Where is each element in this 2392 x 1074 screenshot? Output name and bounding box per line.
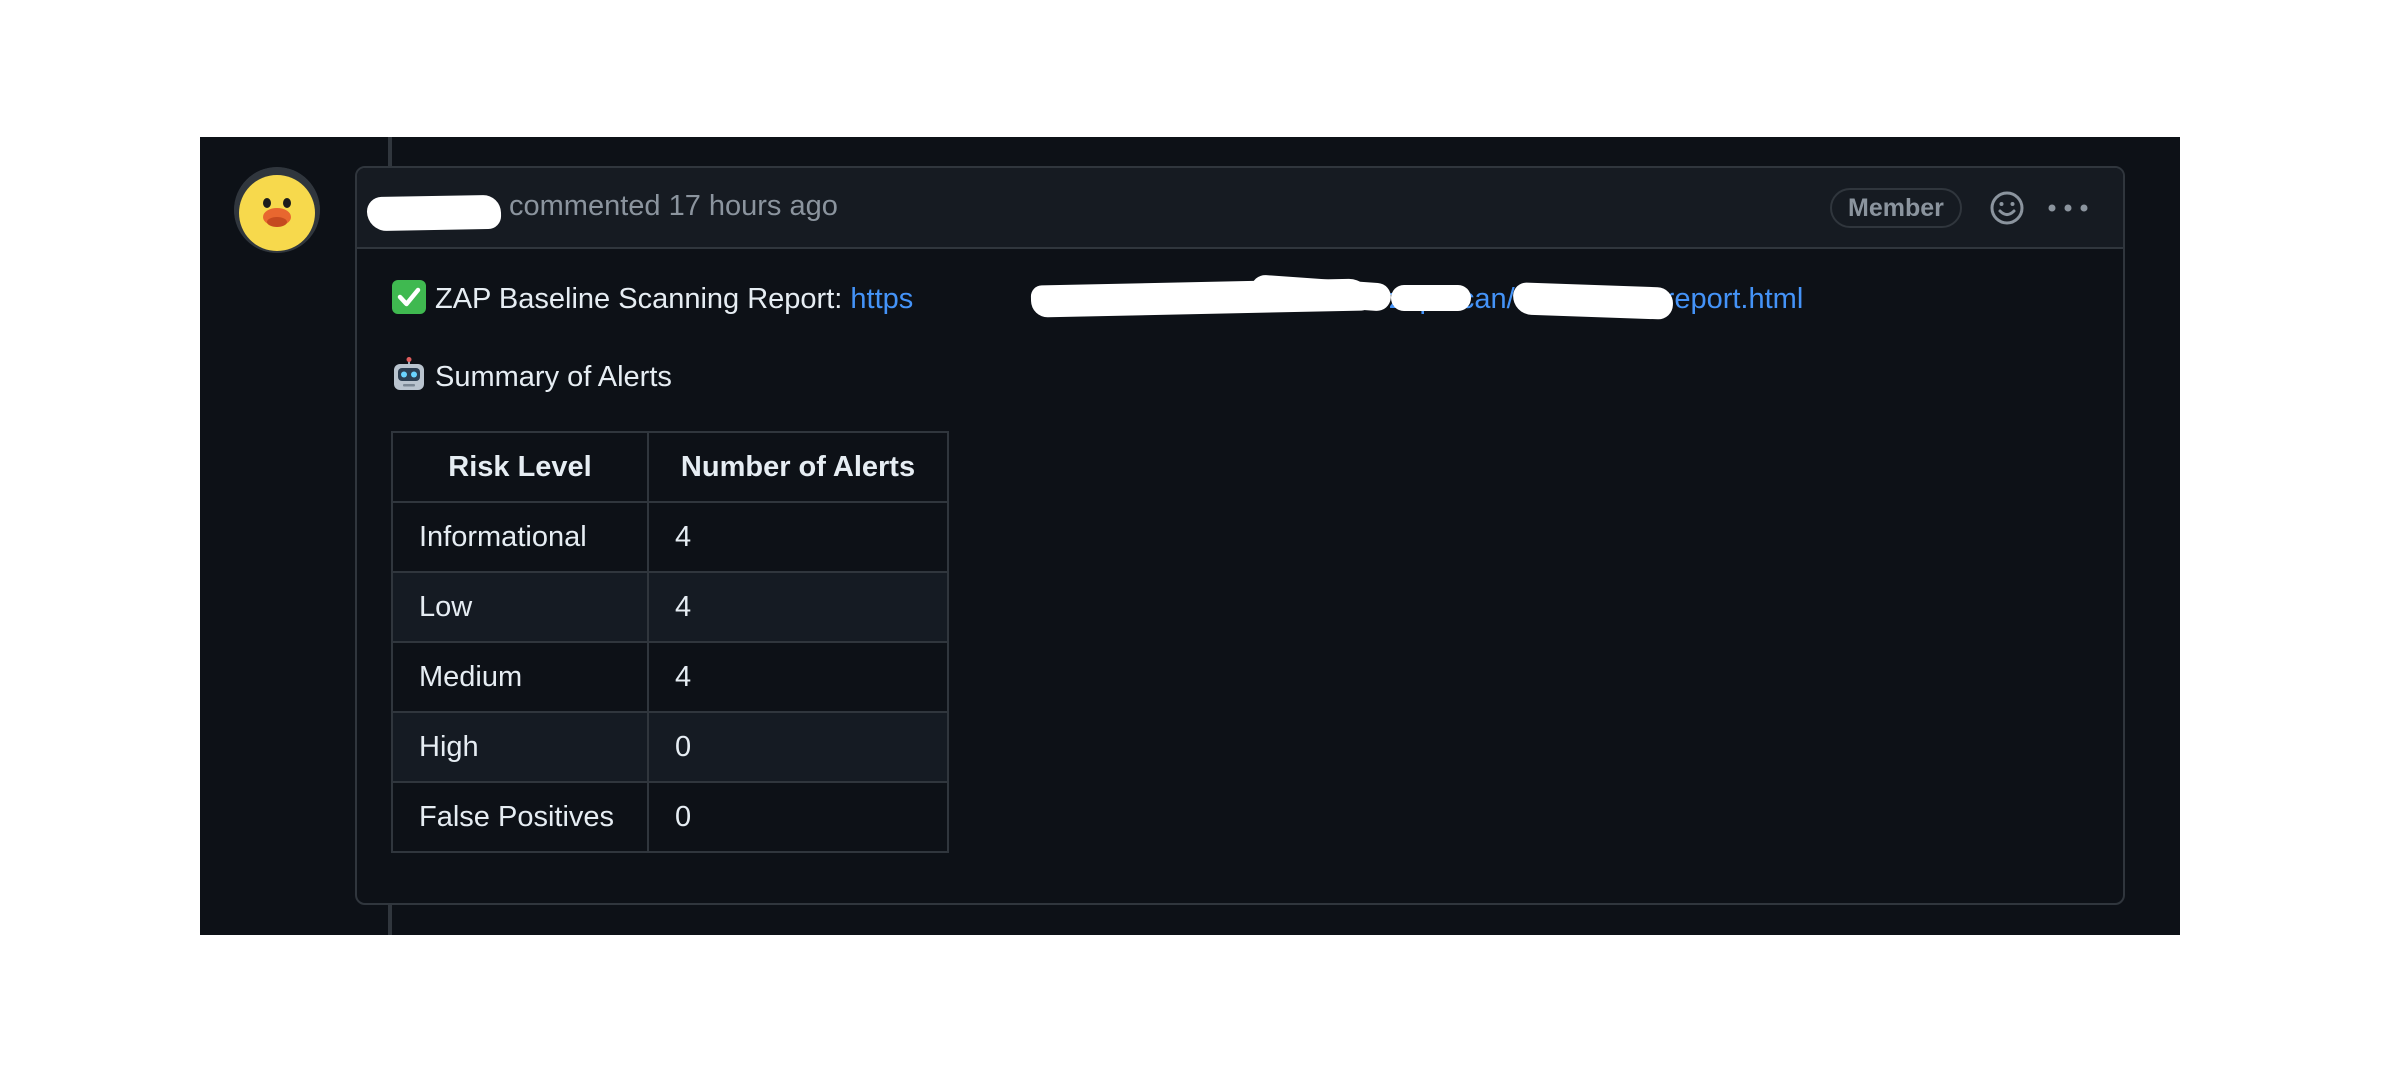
table-row: High 0: [391, 711, 949, 783]
summary-line: Summary of Alerts: [391, 357, 672, 397]
alert-count-cell: 4: [647, 571, 949, 643]
alert-count-cell: 4: [647, 501, 949, 573]
risk-level-cell: False Positives: [391, 781, 649, 853]
duck-avatar-icon[interactable]: [234, 167, 320, 253]
member-badge: Member: [1830, 188, 1962, 228]
column-header-number-of-alerts: Number of Alerts: [647, 431, 949, 503]
comment-timestamp[interactable]: commented 17 hours ago: [509, 190, 838, 223]
alerts-table: Risk Level Number of Alerts Informationa…: [391, 431, 949, 853]
check-mark-icon: [391, 279, 427, 315]
alert-count-cell: 0: [647, 781, 949, 853]
comment-body: ZAP Baseline Scanning Report: https-zap-…: [391, 274, 2103, 853]
risk-level-cell: Informational: [391, 501, 649, 573]
report-link-end[interactable]: report.html: [1665, 283, 1804, 315]
risk-level-cell: Low: [391, 571, 649, 643]
comment-header: commented 17 hours ago Member: [357, 168, 2123, 249]
redaction-mark: [1512, 282, 1674, 320]
smiley-icon[interactable]: [1987, 188, 2027, 228]
alert-count-cell: 0: [647, 711, 949, 783]
report-label: ZAP Baseline Scanning Report:: [435, 283, 843, 315]
risk-level-cell: High: [391, 711, 649, 783]
risk-level-cell: Medium: [391, 641, 649, 713]
column-header-risk-level: Risk Level: [391, 431, 649, 503]
report-line: ZAP Baseline Scanning Report: https-zap-…: [391, 274, 2103, 320]
table-row: False Positives 0: [391, 781, 949, 853]
table-row: Low 4: [391, 571, 949, 643]
table-row: Informational 4: [391, 501, 949, 573]
table-header-row: Risk Level Number of Alerts: [391, 431, 949, 503]
comment-thread: commented 17 hours ago Member ZAP Baseli…: [200, 137, 2180, 935]
author-name-redacted: [366, 194, 502, 232]
alert-count-cell: 4: [647, 641, 949, 713]
kebab-menu-icon[interactable]: [2043, 188, 2093, 228]
robot-icon: [391, 357, 427, 393]
comment-box: commented 17 hours ago Member ZAP Baseli…: [355, 166, 2125, 905]
summary-label: Summary of Alerts: [435, 361, 672, 393]
table-row: Medium 4: [391, 641, 949, 713]
report-link-start[interactable]: https: [850, 283, 913, 315]
redaction-mark: [1391, 285, 1471, 311]
